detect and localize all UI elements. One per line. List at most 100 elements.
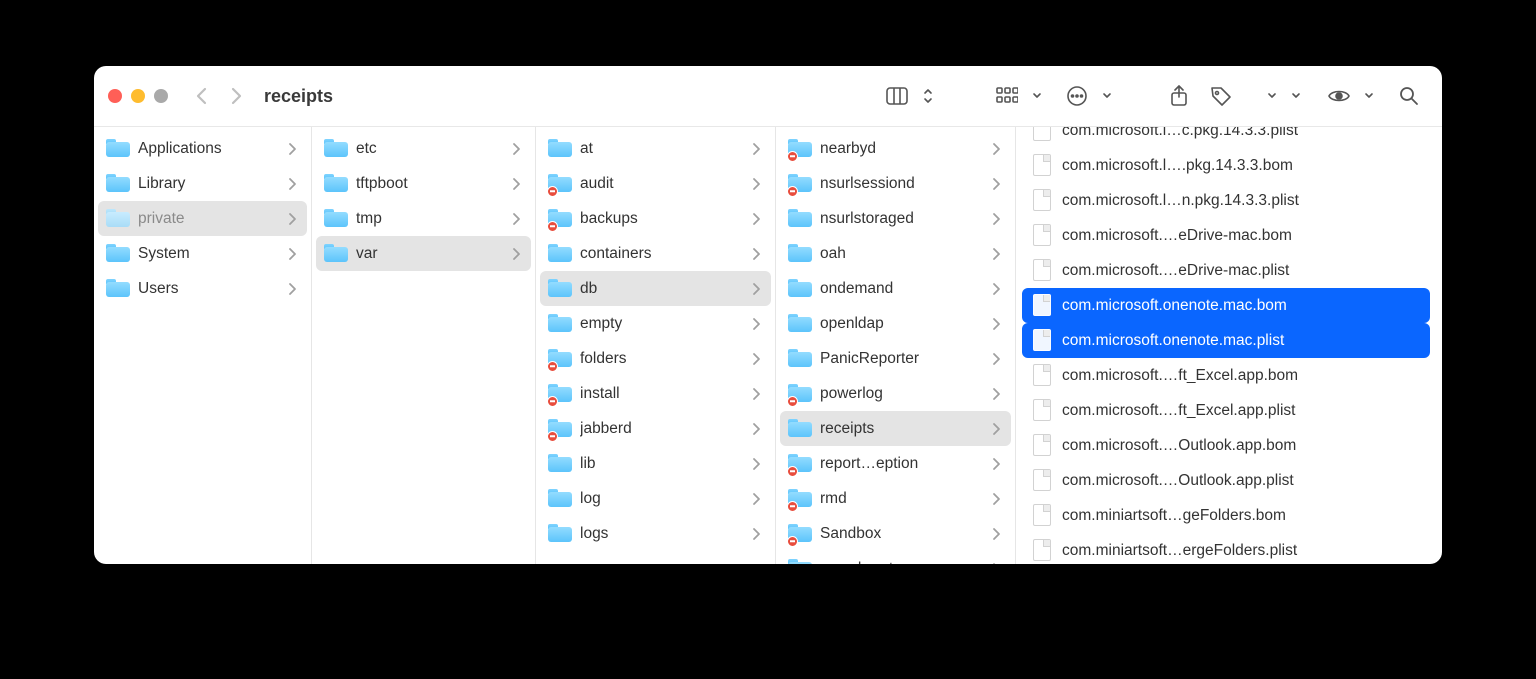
chevron-down-icon[interactable] (1030, 80, 1044, 112)
folder-item[interactable]: oah (780, 236, 1011, 271)
folder-item[interactable]: powerlog (780, 376, 1011, 411)
folder-item[interactable]: backups (540, 201, 771, 236)
folder-item[interactable]: receipts (780, 411, 1011, 446)
folder-item[interactable]: openldap (780, 306, 1011, 341)
item-label: searchparty (820, 560, 989, 565)
search-button[interactable] (1390, 80, 1428, 112)
file-item[interactable]: com.miniartsoft…ergeFolders.plist (1022, 533, 1430, 564)
file-icon (1030, 294, 1054, 318)
folder-item[interactable]: containers (540, 236, 771, 271)
item-label: nearbyd (820, 140, 989, 158)
zoom-button[interactable] (154, 89, 168, 103)
chevron-down-icon[interactable] (1362, 80, 1376, 112)
file-item[interactable]: com.microsoft.…eDrive-mac.plist (1022, 253, 1430, 288)
dropdown-button[interactable] (1286, 80, 1306, 112)
folder-icon (788, 277, 812, 301)
file-item[interactable]: com.microsoft.onenote.mac.bom (1022, 288, 1430, 323)
folder-item[interactable]: private (98, 201, 307, 236)
dropdown-button[interactable] (1262, 80, 1282, 112)
column-4: com.microsoft.l…c.pkg.14.3.3.plist com.mi… (1016, 127, 1436, 564)
file-icon (1030, 154, 1054, 178)
folder-icon (788, 137, 812, 161)
folder-item[interactable]: folders (540, 341, 771, 376)
folder-item[interactable]: nsurlsessiond (780, 166, 1011, 201)
file-item[interactable]: com.microsoft.…eDrive-mac.bom (1022, 218, 1430, 253)
item-label: backups (580, 210, 749, 228)
folder-item[interactable]: log (540, 481, 771, 516)
group-by-button[interactable] (988, 80, 1026, 112)
file-item[interactable]: com.microsoft.l…c.pkg.14.3.3.plist (1022, 127, 1430, 148)
folder-icon (548, 312, 572, 336)
file-icon (1030, 224, 1054, 248)
folder-icon (106, 172, 130, 196)
file-item[interactable]: com.microsoft.l….pkg.14.3.3.bom (1022, 148, 1430, 183)
folder-item[interactable]: at (540, 131, 771, 166)
item-label: empty (580, 315, 749, 333)
minimize-button[interactable] (131, 89, 145, 103)
item-label: audit (580, 175, 749, 193)
view-updown-icon[interactable] (920, 80, 936, 112)
folder-icon (548, 207, 572, 231)
item-label: System (138, 245, 285, 263)
folder-icon (548, 277, 572, 301)
preview-options-button[interactable] (1320, 80, 1358, 112)
folder-icon (324, 172, 348, 196)
folder-icon (548, 452, 572, 476)
folder-item[interactable]: empty (540, 306, 771, 341)
folder-item[interactable]: nearbyd (780, 131, 1011, 166)
back-button[interactable] (186, 80, 218, 112)
folder-item[interactable]: ondemand (780, 271, 1011, 306)
folder-item[interactable]: Applications (98, 131, 307, 166)
file-item[interactable]: com.microsoft.…ft_Excel.app.plist (1022, 393, 1430, 428)
file-icon (1030, 189, 1054, 213)
folder-item[interactable]: db (540, 271, 771, 306)
file-item[interactable]: com.miniartsoft…geFolders.bom (1022, 498, 1430, 533)
folder-icon (548, 382, 572, 406)
item-label: PanicReporter (820, 350, 989, 368)
folder-item[interactable]: searchparty (780, 551, 1011, 564)
folder-item[interactable]: tftpboot (316, 166, 531, 201)
folder-item[interactable]: jabberd (540, 411, 771, 446)
folder-item[interactable]: PanicReporter (780, 341, 1011, 376)
folder-item[interactable]: var (316, 236, 531, 271)
forward-button[interactable] (220, 80, 252, 112)
close-button[interactable] (108, 89, 122, 103)
file-item[interactable]: com.microsoft.onenote.mac.plist (1022, 323, 1430, 358)
folder-item[interactable]: nsurlstoraged (780, 201, 1011, 236)
file-item[interactable]: com.microsoft.…Outlook.app.bom (1022, 428, 1430, 463)
file-icon (1030, 399, 1054, 423)
file-item[interactable]: com.microsoft.…Outlook.app.plist (1022, 463, 1430, 498)
file-item[interactable]: com.microsoft.…ft_Excel.app.bom (1022, 358, 1430, 393)
folder-icon (548, 487, 572, 511)
item-label: Library (138, 175, 285, 193)
chevron-down-icon[interactable] (1100, 80, 1114, 112)
folder-item[interactable]: Users (98, 271, 307, 306)
folder-item[interactable]: lib (540, 446, 771, 481)
folder-item[interactable]: install (540, 376, 771, 411)
folder-item[interactable]: etc (316, 131, 531, 166)
column-3: nearbyd nsurlsessiondnsurlstoragedoahonde… (776, 127, 1016, 564)
toolbar: receipts (94, 66, 1442, 126)
window-title: receipts (264, 86, 333, 107)
folder-item[interactable]: Sandbox (780, 516, 1011, 551)
folder-item[interactable]: audit (540, 166, 771, 201)
folder-item[interactable]: System (98, 236, 307, 271)
folder-icon (788, 207, 812, 231)
item-label: jabberd (580, 420, 749, 438)
folder-icon (788, 312, 812, 336)
share-button[interactable] (1160, 80, 1198, 112)
folder-item[interactable]: tmp (316, 201, 531, 236)
folder-item[interactable]: Library (98, 166, 307, 201)
folder-item[interactable]: rmd (780, 481, 1011, 516)
folder-icon (548, 417, 572, 441)
tags-button[interactable] (1202, 80, 1240, 112)
item-label: com.microsoft.…eDrive-mac.bom (1062, 227, 1422, 245)
item-label: com.microsoft.l….pkg.14.3.3.bom (1062, 157, 1422, 175)
file-item[interactable]: com.microsoft.l…n.pkg.14.3.3.plist (1022, 183, 1430, 218)
item-label: at (580, 140, 749, 158)
folder-item[interactable]: report…eption (780, 446, 1011, 481)
folder-item[interactable]: logs (540, 516, 771, 551)
file-icon (1030, 434, 1054, 458)
more-actions-button[interactable] (1058, 80, 1096, 112)
view-as-columns-button[interactable] (878, 80, 916, 112)
